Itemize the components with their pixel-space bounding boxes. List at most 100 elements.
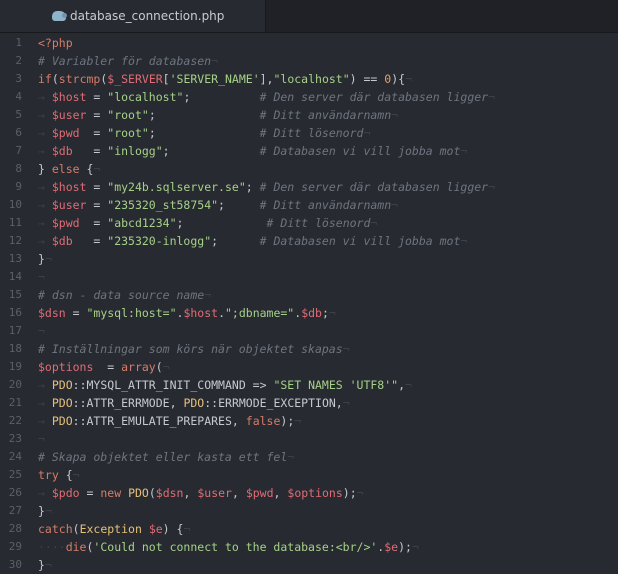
line-number: 25 — [8, 468, 22, 481]
tab-filename: database_connection.php — [70, 9, 225, 23]
code-token: ){ — [391, 72, 406, 86]
code-token: $e — [148, 522, 163, 536]
whitespace-marker: ···· — [38, 540, 66, 554]
code-token: , — [231, 486, 246, 500]
whitespace-marker: ¬ — [287, 450, 295, 464]
whitespace-marker: ¬ — [356, 486, 364, 500]
code-token: = — [86, 180, 108, 194]
code-line[interactable]: 15 # dsn - data source name¬ — [0, 286, 618, 304]
code-token: $db — [51, 144, 73, 158]
code-line[interactable]: 27}¬ — [0, 502, 618, 520]
code-line[interactable]: 9 → $host = "my24b.sqlserver.se"; # Den s… — [0, 178, 618, 196]
code-token: Exception — [79, 522, 142, 536]
code-line[interactable]: 30}¬ — [0, 556, 618, 574]
code-line[interactable]: 3 if(strcmp($_SERVER['SERVER_NAME'],"loca… — [0, 70, 618, 88]
line-number: 14 — [8, 270, 22, 283]
code-line[interactable]: 7 → $db = "inlogg"; # Databasen vi vill j… — [0, 142, 618, 160]
code-token: , — [231, 414, 246, 428]
code-text: → $pwd = "abcd1234"; # Ditt lösenord¬ — [38, 214, 377, 232]
code-token: = — [79, 216, 108, 230]
code-line[interactable]: 12 → $db = "235320-inlogg"; # Databasen v… — [0, 232, 618, 250]
code-token: ATTR_EMULATE_PREPARES — [86, 414, 232, 428]
code-line[interactable]: 24 # Skapa objektet eller kasta ett fel¬ — [0, 448, 618, 466]
code-line[interactable]: 10 → $user = "235320_st58754"; # Ditt anv… — [0, 196, 618, 214]
code-token: PDO — [51, 414, 73, 428]
code-line[interactable]: 26 → $pdo = new PDO($dsn, $user, $pwd, $o… — [0, 484, 618, 502]
code-token: $db — [301, 306, 322, 320]
code-token: $pwd — [51, 216, 80, 230]
code-token: { — [79, 162, 94, 176]
code-token: , — [183, 486, 198, 500]
whitespace-marker: ¬ — [460, 234, 468, 248]
whitespace-marker: → — [38, 378, 52, 392]
code-line[interactable]: 22 → PDO::ATTR_EMULATE_PREPARES, false);¬ — [0, 412, 618, 430]
code-line[interactable]: 11 → $pwd = "abcd1234"; # Ditt lösenord¬ — [0, 214, 618, 232]
code-editor[interactable]: 1 <?php 2 # Variabler för databasen¬ 3 if(str… — [0, 32, 618, 572]
code-token: # dsn - data source name — [38, 288, 205, 302]
line-number: 12 — [8, 234, 22, 247]
code-line[interactable]: 28 catch(Exception $e) {¬ — [0, 520, 618, 538]
code-token: = — [93, 360, 122, 374]
code-token: $e — [384, 540, 399, 554]
code-line[interactable]: 20 → PDO::MYSQL_ATTR_INIT_COMMAND => "SET… — [0, 376, 618, 394]
code-token: ( — [51, 72, 59, 86]
code-token: $pwd — [245, 486, 274, 500]
code-token: "my24b.sqlserver.se" — [107, 180, 246, 194]
tab-database-connection[interactable]: database_connection.php — [0, 0, 266, 32]
code-token: , — [169, 396, 184, 410]
code-line[interactable]: 21 → PDO::ATTR_ERRMODE, PDO::ERRMODE_EXCE… — [0, 394, 618, 412]
code-line[interactable]: 6 → $pwd = "root"; # Ditt lösenord¬ — [0, 124, 618, 142]
code-line[interactable]: 25 try {¬ — [0, 466, 618, 484]
whitespace-marker: ¬ — [488, 180, 496, 194]
code-token: $dsn — [155, 486, 184, 500]
code-line[interactable]: 18 # Inställningar som körs när objektet … — [0, 340, 618, 358]
code-token: $host — [51, 90, 87, 104]
whitespace-marker: ¬ — [183, 522, 191, 536]
code-token: # Ditt användarnamn — [259, 108, 392, 122]
code-line[interactable]: 1 <?php — [0, 34, 618, 52]
code-token: = — [65, 306, 87, 320]
code-line[interactable]: 4 → $host = "localhost"; # Den server där… — [0, 88, 618, 106]
code-token: ; — [245, 180, 260, 194]
code-token: $dsn — [38, 306, 66, 320]
line-number: 21 — [8, 396, 22, 409]
whitespace-marker: ¬ — [342, 342, 350, 356]
code-line[interactable]: 29 ····die('Could not connect to the data… — [0, 538, 618, 556]
code-token: # Databasen vi vill jobba mot — [259, 234, 461, 248]
code-text: if(strcmp($_SERVER['SERVER_NAME'],"local… — [38, 70, 412, 88]
code-token: # Ditt användarnamn — [259, 198, 392, 212]
line-number: 30 — [8, 558, 22, 571]
code-line[interactable]: 23 ¬ — [0, 430, 618, 448]
code-line[interactable]: 13}¬ — [0, 250, 618, 268]
whitespace-marker: ¬ — [44, 504, 52, 518]
code-token: "235320-inlogg" — [107, 234, 212, 248]
code-token: ; — [148, 126, 260, 140]
line-number: 19 — [8, 360, 22, 373]
code-line[interactable]: 17 ¬ — [0, 322, 618, 340]
code-token: "localhost" — [107, 90, 184, 104]
code-line[interactable]: 8} else {¬ — [0, 160, 618, 178]
code-token: = — [86, 90, 108, 104]
code-text: → PDO::MYSQL_ATTR_INIT_COMMAND => "SET N… — [38, 376, 412, 394]
whitespace-marker: ¬ — [72, 468, 80, 482]
whitespace-marker: → — [38, 108, 52, 122]
code-text: # Skapa objektet eller kasta ett fel¬ — [38, 448, 294, 466]
code-line[interactable]: 16 $dsn = "mysql:host=".$host.";dbname=".… — [0, 304, 618, 322]
code-line[interactable]: 14 ¬ — [0, 268, 618, 286]
code-token: ); — [280, 414, 295, 428]
whitespace-marker: → — [38, 126, 52, 140]
code-token: $host — [51, 180, 87, 194]
code-token: => — [245, 378, 274, 392]
whitespace-marker: → — [38, 234, 52, 248]
line-number: 4 — [15, 90, 22, 103]
code-line[interactable]: 2 # Variabler för databasen¬ — [0, 52, 618, 70]
code-token: = — [86, 198, 108, 212]
code-line[interactable]: 5 → $user = "root"; # Ditt användarnamn¬ — [0, 106, 618, 124]
code-token: ; — [321, 306, 329, 320]
line-number: 16 — [8, 306, 22, 319]
code-token: # Ditt lösenord — [259, 126, 364, 140]
code-token: # Inställningar som körs när objektet sk… — [38, 342, 343, 356]
code-line[interactable]: 19 $options = array(¬ — [0, 358, 618, 376]
code-token: ATTR_ERRMODE — [86, 396, 170, 410]
